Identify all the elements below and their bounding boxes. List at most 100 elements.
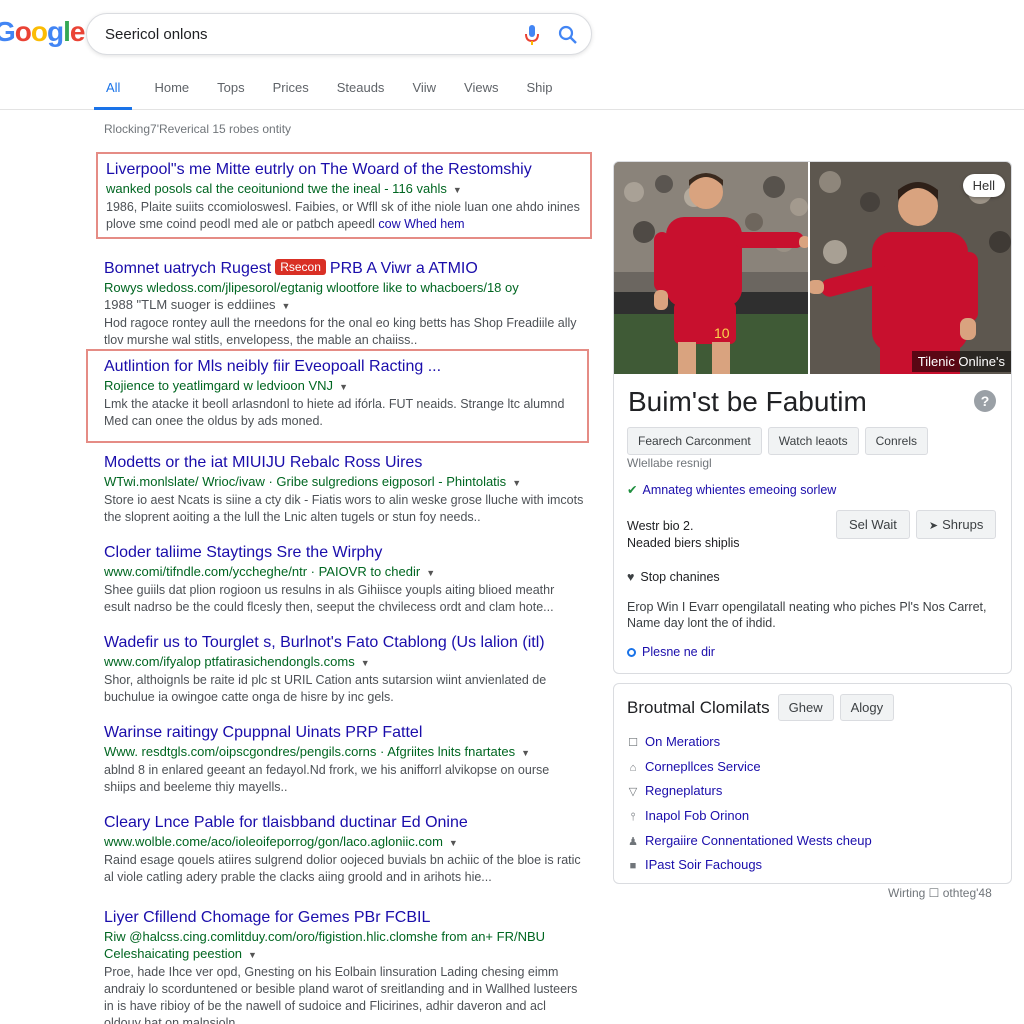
result-stats: Rlocking7'Reverical 15 robes ontity (104, 122, 292, 136)
kp-action-button[interactable]: Sel Wait (836, 510, 910, 539)
kp-chip-button[interactable]: Conrels (864, 427, 928, 455)
search-result: Warinse raitingy Cpuppnal Uinats PRP Fat… (96, 717, 592, 807)
result-url[interactable]: Www. resdtgls.com/oipscgondres/pengils.c… (104, 743, 584, 762)
chevron-down-icon[interactable]: ▼ (248, 950, 257, 960)
result-title-link[interactable]: Modetts or the iat MIUIJU Rebalc Ross Ui… (104, 453, 584, 473)
related-item[interactable]: ■ IPast Soir Fachougs (627, 853, 872, 878)
search-icon[interactable] (557, 24, 579, 46)
help-icon[interactable]: ? (974, 390, 996, 412)
result-url-text[interactable]: www.wolble.come/aco/ioleoifeporrog/gon/l… (104, 834, 443, 849)
microphone-icon[interactable] (523, 24, 541, 46)
related-item[interactable]: ♟ Rergaiire Connentationed Wests cheup (627, 829, 872, 854)
result-url-text[interactable]: WTwi.monlslate/ Wrioc/ivaw · Gribe sulgr… (104, 474, 506, 489)
result-title-link[interactable]: Cleary Lnce Pable for tlaisbband ductina… (104, 813, 584, 833)
search-result: Wadefir us to Tourglet s, Burlnot's Fato… (96, 627, 592, 717)
result-url[interactable]: Rojience to yeatlimgard w ledvioon VNJ ▼ (96, 377, 579, 396)
related-panel-title: Broutmal Clomilats (627, 697, 770, 717)
kp-chip-button[interactable]: Fearech Carconment (627, 427, 762, 455)
result-snippet: Proe, hade Ihce ver opd, Gnesting on his… (104, 965, 578, 1024)
result-url[interactable]: www.wolble.come/aco/ioleoifeporrog/gon/l… (104, 833, 584, 852)
related-item-label[interactable]: Rergaiire Connentationed Wests cheup (645, 833, 872, 848)
result-title-link[interactable]: Warinse raitingy Cpuppnal Uinats PRP Fat… (104, 723, 584, 743)
kp-verified-line[interactable]: ✔ Amnateg whientes emeoing sorlew (627, 482, 836, 497)
result-title-link[interactable]: Bomnet uatrych Rugest Rsecon PRB A Viwr a … (104, 259, 584, 279)
result-snippet: Raind esage qouels atiires sulgrend doli… (104, 853, 581, 884)
search-result: Bomnet uatrych Rugest Rsecon PRB A Viwr a … (96, 253, 592, 349)
tab-all[interactable]: All (92, 78, 134, 110)
kp-link-text[interactable]: Plesne ne dir (642, 645, 715, 659)
result-title-text-after[interactable]: PRB A Viwr a ATMIO (330, 260, 478, 277)
result-title-link[interactable]: Cloder taliime Staytings Sre the Wirphy (104, 543, 584, 563)
pin-icon: ⫯ (630, 811, 636, 824)
tab-views[interactable]: Views (450, 78, 512, 110)
result-title-link[interactable]: Autlintion for Mls neibly fiir Eveopoall… (96, 357, 579, 377)
tab-tops[interactable]: Tops (203, 78, 258, 110)
related-item-label[interactable]: Regneplaturs (645, 783, 722, 798)
related-item-label[interactable]: Inapol Fob Orinon (645, 808, 749, 823)
google-logo[interactable]: Google (0, 16, 85, 48)
result-snippet: Lmk the atacke it beoll arlasndonl to hi… (104, 397, 565, 428)
result-title-link[interactable]: Wadefir us to Tourglet s, Burlnot's Fato… (104, 633, 584, 653)
result-title-link[interactable]: Liyer Cfillend Chomage for Gemes PBr FCB… (104, 908, 584, 928)
result-url[interactable]: WTwi.monlslate/ Wrioc/ivaw · Gribe sulgr… (104, 473, 584, 492)
kp-chip-row: Fearech Carconment Watch leaots Conrels (627, 427, 934, 455)
related-item[interactable]: ▽ Regneplaturs (627, 779, 872, 804)
logo-letter: o (14, 16, 32, 47)
result-url-secondary: 1988 "TLM suoger is eddiines ▼ (104, 296, 584, 315)
chevron-down-icon[interactable]: ▼ (426, 568, 435, 578)
kp-info-line: Neaded biers shiplis (627, 536, 740, 550)
result-title-link[interactable]: Liverpool"s me Mitte eutrly on The Woard… (106, 160, 582, 180)
kp-stop-line: ♥ Stop chanines (627, 570, 720, 584)
chevron-down-icon[interactable]: ▼ (282, 301, 291, 311)
chevron-down-icon[interactable]: ▼ (453, 185, 462, 195)
svg-text:10: 10 (714, 325, 730, 341)
kp-info-line: Westr bio 2. (627, 519, 694, 533)
search-result: Cleary Lnce Pable for tlaisbband ductina… (96, 807, 592, 902)
result-url-text[interactable]: wanked posols cal the ceoituniond twe th… (106, 181, 447, 196)
chevron-down-icon[interactable]: ▼ (449, 838, 458, 848)
related-item[interactable]: ☐ On Meratiors (627, 730, 872, 755)
chevron-down-icon[interactable]: ▼ (521, 748, 530, 758)
result-url[interactable]: www.com/ifyalop ptfatirasichendongls.com… (104, 653, 584, 672)
tab-steauds[interactable]: Steauds (323, 78, 399, 110)
related-item-label[interactable]: IPast Soir Fachougs (645, 857, 762, 872)
person-icon: ♟ (628, 835, 638, 848)
related-panel-button[interactable]: Ghew (777, 694, 834, 721)
share-button-label[interactable]: Shrups (942, 517, 983, 532)
kp-verified-text[interactable]: Amnateg whientes emeoing sorlew (642, 483, 836, 497)
search-input[interactable]: Seericol onlons (105, 26, 208, 43)
related-item[interactable]: ⌂ Cornepllces Service (627, 755, 872, 780)
related-panel-button[interactable]: Alogy (839, 694, 895, 721)
kp-more-button[interactable]: Hell (962, 174, 1005, 197)
player-photo-left[interactable]: 10 (614, 162, 810, 374)
related-item-label[interactable]: On Meratiors (645, 734, 720, 749)
kp-chip-button[interactable]: Watch leaots (767, 427, 859, 455)
result-url-text[interactable]: Www. resdtgls.com/oipscgondres/pengils.c… (104, 744, 515, 759)
search-box[interactable]: Seericol onlons (86, 13, 592, 55)
chevron-down-icon[interactable]: ▼ (512, 478, 521, 488)
result-url-text[interactable]: www.comi/tifndle.com/yccheghe/ntr · PAIO… (104, 564, 420, 579)
chevron-down-icon[interactable]: ▼ (339, 382, 348, 392)
result-url[interactable]: Riw @halcss.cing.comlitduy.com/oro/figis… (104, 928, 584, 945)
result-url2-text[interactable]: Celeshaicating peestion (104, 946, 242, 961)
related-item-label[interactable]: Cornepllces Service (645, 759, 761, 774)
result-snippet-link[interactable]: cow Whed hem (378, 217, 464, 231)
share-button[interactable]: ➤ Shrups (915, 510, 997, 539)
chevron-down-icon[interactable]: ▼ (361, 658, 370, 668)
check-icon: ✔ (627, 483, 638, 497)
tab-home[interactable]: Home (140, 78, 203, 110)
square-icon: ■ (629, 860, 637, 873)
tab-prices[interactable]: Prices (259, 78, 323, 110)
result-url[interactable]: Rowys wledoss.com/jlipesorol/egtanig wlo… (104, 279, 584, 296)
tab-viiw[interactable]: Viiw (398, 78, 450, 110)
result-url-text[interactable]: Rojience to yeatlimgard w ledvioon VNJ (104, 378, 333, 393)
result-url[interactable]: www.comi/tifndle.com/yccheghe/ntr · PAIO… (104, 563, 584, 582)
kp-link[interactable]: Plesne ne dir (627, 645, 715, 659)
result-url-secondary[interactable]: Celeshaicating peestion ▼ (104, 945, 584, 964)
search-result: Cloder taliime Staytings Sre the Wirphy … (96, 537, 592, 627)
result-title-text[interactable]: Bomnet uatrych Rugest (104, 260, 271, 277)
result-url[interactable]: wanked posols cal the ceoituniond twe th… (106, 180, 582, 199)
result-url-text[interactable]: www.com/ifyalop ptfatirasichendongls.com… (104, 654, 355, 669)
related-item[interactable]: ⫯ Inapol Fob Orinon (627, 804, 872, 829)
tab-ship[interactable]: Ship (513, 78, 567, 110)
